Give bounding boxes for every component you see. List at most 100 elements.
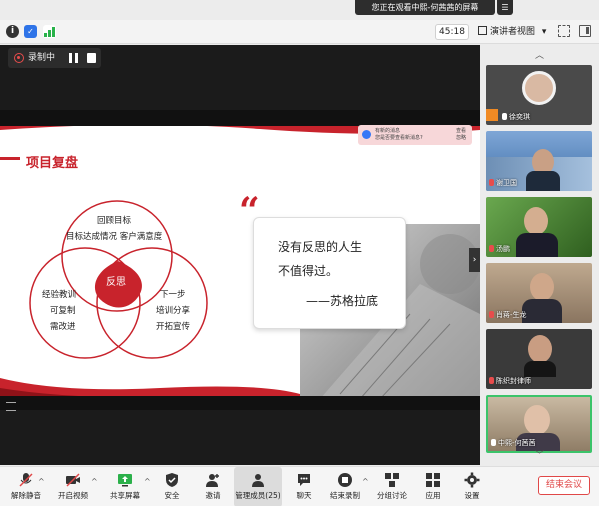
- title-accent-bar: [0, 157, 20, 160]
- stop-record-icon: [337, 472, 353, 488]
- settings-button[interactable]: 设置: [457, 467, 487, 506]
- recording-icon: [14, 53, 24, 63]
- venn-left-1: 经验教训: [42, 290, 77, 300]
- participant-tile[interactable]: 徐奕琪: [486, 65, 592, 125]
- quote-author: ——苏格拉底: [306, 294, 379, 308]
- participant-name: 中熙-何茜茜: [491, 438, 536, 448]
- sidebar-toggle-icon[interactable]: [579, 25, 591, 37]
- chevron-up-icon[interactable]: ^: [38, 477, 45, 486]
- notification-view-button[interactable]: 查看: [456, 128, 466, 135]
- share-screen-button[interactable]: 共享屏幕: [102, 467, 148, 506]
- participant-tile[interactable]: 肖蒋-生龙: [486, 263, 592, 323]
- suit: [526, 171, 560, 191]
- mic-icon: [502, 113, 507, 120]
- venn-right-3: 开拓宣传: [156, 322, 191, 332]
- participant-name: 肖蒋-生龙: [489, 310, 527, 320]
- stop-recording-label: 结束录制: [330, 491, 360, 500]
- quote-card: 没有反思的人生 不值得过。 ——苏格拉底: [253, 217, 406, 329]
- slide-bottom-wave: [0, 378, 300, 401]
- gear-icon: [464, 472, 480, 488]
- menu-icon[interactable]: ☰: [497, 0, 513, 15]
- participant-name: 徐奕琪: [502, 112, 530, 122]
- info-icon[interactable]: i: [6, 25, 19, 38]
- add-user-icon: [205, 472, 221, 488]
- recording-label: 录制中: [28, 53, 56, 63]
- scroll-up-icon[interactable]: ︿: [535, 48, 544, 61]
- unmute-button[interactable]: 解除静音: [4, 467, 48, 506]
- speaker-view-icon: [478, 26, 487, 35]
- list-icon[interactable]: [6, 402, 16, 411]
- chat-button[interactable]: 聊天: [289, 467, 319, 506]
- view-mode-button[interactable]: 演讲者视图 ▾: [478, 24, 546, 40]
- venn-left-2: 可复制: [50, 306, 76, 316]
- recording-bar: 录制中: [8, 48, 101, 68]
- participant-name: 陈织封律师: [489, 376, 531, 386]
- security-button[interactable]: 安全: [155, 467, 189, 506]
- notification-title: 有新的消息: [375, 128, 401, 134]
- end-meeting-button[interactable]: 结束会议: [538, 476, 590, 495]
- video-off-icon: [65, 472, 81, 488]
- manage-participants-label: 管理成员(25): [235, 491, 281, 500]
- suit: [522, 299, 562, 323]
- start-video-label: 开启视频: [58, 491, 88, 500]
- meeting-timer: 45:18: [435, 24, 469, 40]
- slide-title: 项目复盘: [26, 156, 79, 171]
- suit: [524, 361, 556, 377]
- breakout-rooms-button[interactable]: 分组讨论: [372, 467, 412, 506]
- quote-line-1: 没有反思的人生: [278, 240, 363, 254]
- suit: [516, 233, 558, 257]
- meeting-window: 您正在观看中熙-何茜茜的屏幕 ☰ i ✓ 45:18 演讲者视图 ▾ 录制中 项…: [0, 0, 599, 506]
- security-label: 安全: [164, 491, 180, 500]
- invite-label: 邀请: [205, 491, 221, 500]
- breakout-rooms-icon: [384, 472, 400, 488]
- apps-label: 应用: [425, 491, 441, 500]
- notification-ignore-button[interactable]: 忽略: [456, 135, 466, 142]
- muted-mic-icon: [18, 472, 34, 488]
- avatar: [522, 71, 556, 105]
- view-mode-label: 演讲者视图: [490, 27, 536, 37]
- venn-left-3: 需改进: [50, 322, 76, 332]
- slide-bottom-strip: [0, 396, 480, 410]
- meeting-toolbar: 解除静音 ^ 开启视频 ^ 共享屏幕 ^ 安全 邀请 管理成员(25) 聊天 结…: [0, 466, 599, 506]
- chevron-up-icon[interactable]: ^: [144, 477, 151, 486]
- breakout-rooms-label: 分组讨论: [377, 491, 407, 500]
- notification-text: 您是否要查看新消息?: [375, 135, 423, 141]
- presentation-slide: 项目复盘 回顾目标 目标达成情况 客户满意度 经验教训 可复制 需改进 下一步 …: [0, 126, 480, 401]
- share-screen-label: 共享屏幕: [110, 491, 140, 500]
- stop-recording-button[interactable]: 结束录制: [324, 467, 366, 506]
- fullscreen-icon[interactable]: [558, 25, 570, 37]
- muted-mic-icon: [489, 311, 494, 318]
- panel-collapse-icon[interactable]: ›: [469, 248, 480, 272]
- unmute-label: 解除静音: [11, 491, 41, 500]
- chevron-up-icon[interactable]: ^: [91, 477, 98, 486]
- chevron-up-icon[interactable]: ^: [362, 477, 369, 486]
- apps-button[interactable]: 应用: [418, 467, 448, 506]
- quote-mark: “: [239, 190, 260, 232]
- quote-line-2: 不值得过。: [278, 264, 339, 278]
- start-video-button[interactable]: 开启视频: [50, 467, 96, 506]
- muted-mic-icon: [489, 377, 494, 384]
- venn-center: 反思: [106, 277, 126, 288]
- participant-tile[interactable]: 陈织封律师: [486, 329, 592, 389]
- invite-button[interactable]: 邀请: [196, 467, 230, 506]
- venn-top-sub: 目标达成情况 客户满意度: [66, 232, 163, 242]
- avatar: [524, 207, 548, 235]
- chat-icon: [296, 472, 312, 488]
- message-notification[interactable]: 有新的消息 您是否要查看新消息? 查看 忽略: [358, 125, 472, 145]
- stop-recording-icon[interactable]: [87, 53, 96, 63]
- scroll-down-icon[interactable]: ﹀: [535, 448, 544, 461]
- participant-tile[interactable]: 谢卫国: [486, 131, 592, 191]
- participant-name: 汤鹏: [489, 244, 510, 254]
- screen-share-banner: 您正在观看中熙-何茜茜的屏幕: [355, 0, 495, 15]
- apps-icon: [425, 472, 441, 488]
- participant-tile-active-speaker[interactable]: 中熙-何茜茜: [486, 395, 592, 453]
- mic-icon: [491, 439, 496, 446]
- venn-right-1: 下一步: [160, 290, 186, 300]
- chevron-down-icon: ▾: [541, 27, 547, 37]
- manage-participants-button[interactable]: 管理成员(25): [234, 467, 282, 506]
- signal-icon[interactable]: [43, 25, 56, 38]
- shield-icon[interactable]: ✓: [24, 25, 37, 38]
- pause-recording-icon[interactable]: [69, 53, 78, 63]
- title-bar: i ✓ 45:18 演讲者视图 ▾: [0, 20, 599, 44]
- participant-tile[interactable]: 汤鹏: [486, 197, 592, 257]
